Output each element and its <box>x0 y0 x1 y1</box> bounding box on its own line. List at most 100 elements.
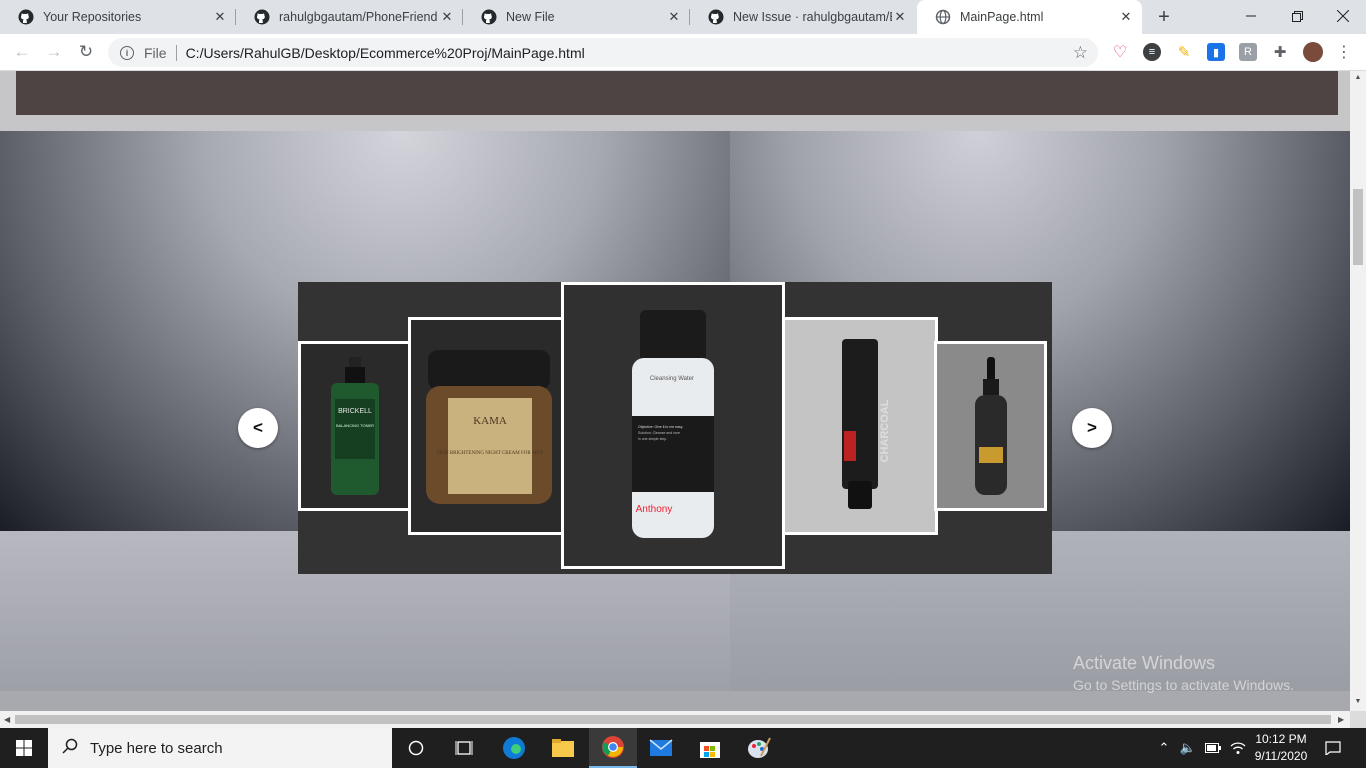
carousel-next-button[interactable]: > <box>1072 408 1112 448</box>
battery-icon[interactable] <box>1203 728 1223 768</box>
product-image-anthony: Cleansing Water Objective: Give it to me… <box>632 309 714 538</box>
store-icon[interactable] <box>686 728 734 768</box>
close-tab-icon[interactable]: ✕ <box>439 9 455 25</box>
edge-icon[interactable] <box>490 728 538 768</box>
extension-dark-icon[interactable]: ≡ <box>1143 43 1161 61</box>
scroll-right-icon[interactable]: ▶ <box>1338 715 1344 724</box>
tab-title: MainPage.html <box>960 10 1044 24</box>
scroll-up-icon[interactable]: ▲ <box>1353 74 1363 84</box>
product-brand-brickell: BRICKELL <box>338 408 372 415</box>
product-label-charcoal: CHARCOAL <box>879 399 890 462</box>
tab-your-repositories[interactable]: Your Repositories ✕ <box>0 0 236 34</box>
notifications-icon[interactable] <box>1322 728 1344 768</box>
carousel-prev-button[interactable]: < <box>238 408 278 448</box>
menu-kebab-icon[interactable]: ⋮ <box>1335 43 1353 61</box>
windows-taskbar: Type here to search ⌃ 🔈 10:12 PM 9/11/20… <box>0 728 1366 768</box>
bookmark-extension-icon[interactable]: ▮ <box>1207 43 1225 61</box>
tab-title: rahulgbgautam/PhoneFriend <box>279 10 438 24</box>
taskbar-clock[interactable]: 10:12 PM 9/11/2020 <box>1246 731 1316 765</box>
globe-icon <box>935 9 951 25</box>
tab-mainpage[interactable]: MainPage.html ✕ <box>917 0 1142 34</box>
close-window-icon[interactable] <box>1320 0 1366 32</box>
tab-title: Your Repositories <box>43 10 142 24</box>
vertical-scrollbar[interactable]: ▲ ▼ <box>1350 71 1366 711</box>
taskbar-search-box[interactable]: Type here to search <box>48 728 392 768</box>
product-brand-anthony: Anthony <box>636 504 673 515</box>
activate-windows-subtitle: Go to Settings to activate Windows. <box>1073 677 1294 693</box>
address-bar[interactable]: i File C:/Users/RahulGB/Desktop/Ecommerc… <box>108 38 1098 67</box>
product-brand-kama: KAMA <box>473 415 507 427</box>
task-view-icon[interactable] <box>440 728 488 768</box>
github-icon <box>254 9 270 25</box>
product-image-charcoal: CHARCOAL <box>842 339 890 509</box>
svg-text:Solution: Cleanse and tone: Solution: Cleanse and tone <box>638 431 680 435</box>
product-image-kama: KAMA SKIN BRIGHTENING NIGHT CREAM FOR ME… <box>426 350 552 504</box>
chrome-icon[interactable] <box>589 728 637 768</box>
search-icon <box>62 738 78 759</box>
reload-icon[interactable]: ↻ <box>74 40 98 64</box>
product-card-anthony[interactable]: Cleansing Water Objective: Give it to me… <box>561 282 785 569</box>
close-tab-icon[interactable]: ✕ <box>666 9 682 25</box>
browser-toolbar: ← → ↻ i File C:/Users/RahulGB/Desktop/Ec… <box>0 34 1366 71</box>
activate-windows-title: Activate Windows <box>1073 653 1216 673</box>
taskbar-search-placeholder: Type here to search <box>90 739 223 757</box>
close-tab-icon[interactable]: ✕ <box>212 9 228 25</box>
tab-strip: Your Repositories ✕ rahulgbgautam/PhoneF… <box>0 0 1366 34</box>
page-viewport: < > BRICKELL BALANCING TONER KAMA SKIN B… <box>0 71 1350 711</box>
scrollbar-corner <box>1350 711 1366 728</box>
tray-chevron-up-icon[interactable]: ⌃ <box>1155 728 1173 768</box>
product-card-serum[interactable] <box>934 341 1047 511</box>
avatar[interactable] <box>1303 42 1323 62</box>
close-tab-icon[interactable]: ✕ <box>892 9 908 25</box>
heart-extension-icon[interactable]: ♡ <box>1111 43 1129 61</box>
minimize-icon[interactable] <box>1228 0 1274 32</box>
new-tab-button[interactable]: + <box>1152 5 1176 29</box>
back-icon[interactable]: ← <box>10 40 34 64</box>
horizontal-scroll-thumb[interactable] <box>15 715 1331 724</box>
cortana-icon[interactable] <box>392 728 440 768</box>
wifi-icon[interactable] <box>1228 728 1248 768</box>
address-divider <box>175 44 177 61</box>
bookmark-star-icon[interactable]: ☆ <box>1073 43 1088 63</box>
clock-time: 10:12 PM <box>1255 732 1307 746</box>
tab-phonefriend[interactable]: rahulgbgautam/PhoneFriend ✕ <box>236 0 463 34</box>
github-icon <box>481 9 497 25</box>
clock-date: 9/11/2020 <box>1254 749 1308 763</box>
paint-icon[interactable] <box>735 728 783 768</box>
volume-icon[interactable]: 🔈 <box>1178 728 1198 768</box>
extensions-puzzle-icon[interactable]: ✚ <box>1271 43 1289 61</box>
pencil-extension-icon[interactable]: ✎ <box>1175 43 1193 61</box>
product-image-serum <box>974 357 1007 495</box>
horizontal-scrollbar[interactable]: ◀ ▶ <box>0 711 1350 728</box>
scroll-down-icon[interactable]: ▼ <box>1353 698 1363 708</box>
close-tab-icon[interactable]: ✕ <box>1118 9 1134 25</box>
product-card-kama[interactable]: KAMA SKIN BRIGHTENING NIGHT CREAM FOR ME… <box>408 317 564 535</box>
file-explorer-icon[interactable] <box>539 728 587 768</box>
svg-text:Objective: Give it to me easy.: Objective: Give it to me easy. <box>638 425 683 429</box>
info-icon[interactable]: i <box>120 45 134 60</box>
mail-icon[interactable] <box>637 728 685 768</box>
vertical-scroll-thumb[interactable] <box>1353 189 1363 265</box>
product-card-brickell[interactable]: BRICKELL BALANCING TONER <box>298 341 411 511</box>
address-scheme: File <box>144 44 167 61</box>
tab-title: New Issue · rahulgbgautam/Ec <box>733 10 892 24</box>
r-extension-icon[interactable]: R <box>1239 43 1257 61</box>
tab-new-issue[interactable]: New Issue · rahulgbgautam/Ec ✕ <box>690 0 916 34</box>
product-label-anthony: Cleansing Water <box>650 376 694 382</box>
tab-new-file[interactable]: New File ✕ <box>463 0 690 34</box>
restore-icon[interactable] <box>1274 0 1320 32</box>
product-card-charcoal[interactable]: CHARCOAL <box>782 317 938 535</box>
product-carousel: BRICKELL BALANCING TONER KAMA SKIN BRIGH… <box>298 282 1052 574</box>
address-url[interactable]: C:/Users/RahulGB/Desktop/Ecommerce%20Pro… <box>186 45 585 61</box>
top-band <box>0 71 1350 131</box>
svg-text:in one simple step.: in one simple step. <box>638 437 667 441</box>
product-image-brickell: BRICKELL BALANCING TONER <box>330 357 379 495</box>
product-label-brickell: BALANCING TONER <box>335 423 373 428</box>
github-icon <box>18 9 34 25</box>
tab-title: New File <box>506 10 555 24</box>
forward-icon[interactable]: → <box>42 40 66 64</box>
github-icon <box>708 9 724 25</box>
windows-start-icon[interactable] <box>0 728 48 768</box>
header-bar <box>16 71 1338 115</box>
scroll-left-icon[interactable]: ◀ <box>4 715 10 724</box>
